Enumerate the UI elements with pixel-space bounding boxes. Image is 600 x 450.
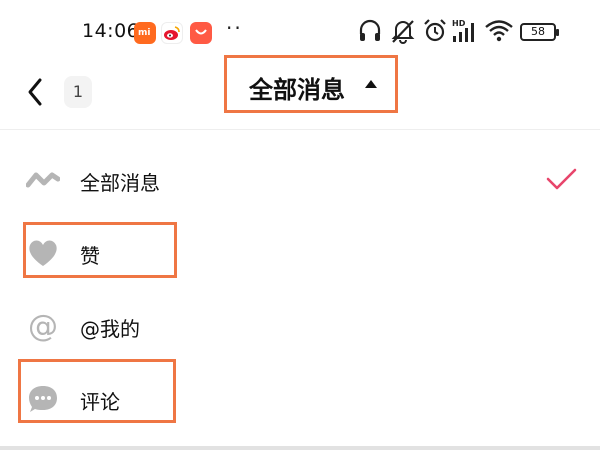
menu-item-mentions[interactable]: @ @我的 [0,296,600,356]
page-title: 全部消息 [249,76,345,104]
caret-up-icon [365,80,377,88]
menu-item-all-messages[interactable]: 全部消息 [0,150,600,210]
likes-highlight-box [23,222,177,278]
mute-bell-icon [391,20,415,44]
status-time: 14:06 [82,20,140,42]
unread-count-badge: 1 [64,76,92,108]
header: 1 全部消息 [0,55,600,130]
headphones-icon [359,19,381,41]
mi-mark: mi [138,28,151,38]
mi-app-icon: mi [134,22,156,44]
shop-app-icon [190,22,212,44]
battery-level: 58 [531,25,545,38]
at-icon: @ [28,309,58,343]
weibo-app-icon [161,22,183,44]
more-notifications-dots: ·· [226,16,243,40]
alarm-clock-icon [424,19,446,42]
wifi-icon [485,20,513,42]
message-filter-dropdown[interactable]: 全部消息 [224,55,398,113]
header-divider [0,129,600,130]
menu-label-all-messages: 全部消息 [80,171,160,195]
chevron-left-icon [28,78,42,106]
cellular-signal-icon: HD [452,19,474,42]
wave-icon [26,172,60,188]
checkmark-icon [546,168,577,190]
back-button[interactable] [20,74,56,110]
svg-text:@: @ [28,309,58,343]
bottom-divider [0,446,600,450]
battery-indicator: 58 [520,23,559,41]
hd-label: HD [452,19,466,28]
menu-label-mentions: @我的 [80,317,140,341]
comments-highlight-box [18,359,176,423]
